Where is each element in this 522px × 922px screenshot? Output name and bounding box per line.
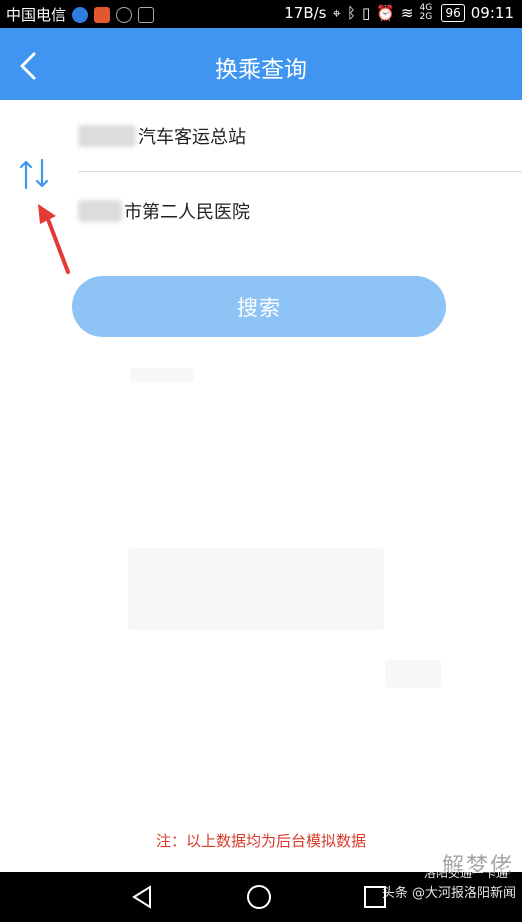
redacted-text [78,124,136,147]
app-notification-icon [72,6,89,23]
alarm-icon: ⏰ [376,4,395,22]
app-bar: 换乘查询 [0,28,522,100]
triangle-back-icon [132,885,151,909]
search-button[interactable]: 搜索 [72,276,446,337]
cloud-icon [116,6,133,23]
location-icon: ⌖ [332,4,341,22]
page-title: 换乘查询 [215,57,307,83]
swap-vertical-icon [19,158,49,190]
network-speed: 17B/s [284,4,327,22]
battery-indicator: 96 [441,4,465,22]
annotation-arrow-icon [38,204,70,274]
signal-type: 4G 2G [419,3,433,22]
status-bar: 中国电信 17B/s ⌖ ᛒ ▯ ⏰ ≋ 4G 2G 96 09:11 [0,0,522,28]
status-left: 中国电信 [6,4,155,25]
end-station-value: 第二人民医院 [142,202,250,223]
redacted-text [78,200,122,222]
home-circle-icon [247,885,271,909]
vibrate-icon: ▯ [361,4,371,22]
bluetooth-icon: ᛒ [346,4,356,22]
faded-placeholder [130,368,194,382]
navigation-bar: 解梦佬 头条 @大河报洛阳新闻 洛阳交通一卡通 [0,854,522,922]
wifi-icon: ≋ [400,4,414,22]
app-notification-icon [94,6,111,23]
faded-placeholder [128,548,384,630]
back-nav-button[interactable] [128,882,158,912]
home-nav-button[interactable] [244,882,274,912]
clock: 09:11 [470,4,514,22]
end-station-prefix: 市 [124,202,142,223]
start-station-value: 汽车客运总站 [138,126,246,148]
faded-placeholder [385,660,441,688]
watermark-text: 头条 @大河报洛阳新闻 洛阳交通一卡通 [381,866,516,901]
route-form: 汽车客运总站 市 第二人民医院 [0,100,522,250]
watermark-overlay: 洛阳交通一卡通 [423,866,508,880]
start-station-field[interactable]: 汽车客运总站 [78,100,522,172]
carrier-label: 中国电信 [6,6,67,24]
swap-button[interactable] [14,154,54,194]
status-right: 17B/s ⌖ ᛒ ▯ ⏰ ≋ 4G 2G 96 09:11 [284,4,514,22]
end-station-field[interactable]: 市 第二人民医院 [78,175,522,247]
lock-icon [138,6,155,23]
